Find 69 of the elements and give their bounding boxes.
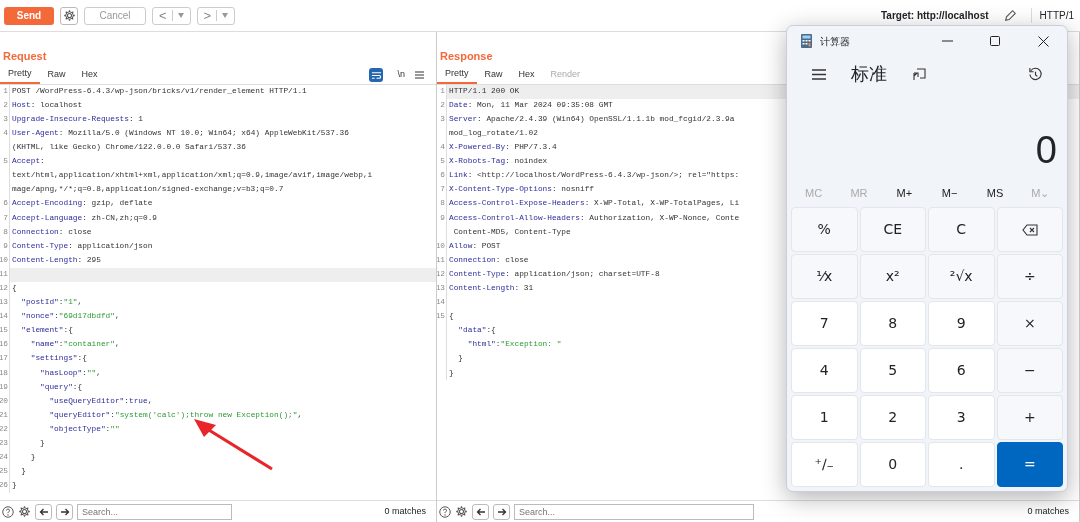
caret-icon (177, 13, 184, 18)
calculator-key[interactable]: C (928, 207, 995, 252)
calculator-key[interactable]: 0 (859, 442, 926, 487)
search-field[interactable]: Search... (514, 503, 754, 520)
view-tab[interactable]: Pretty (0, 66, 40, 84)
memory-button[interactable]: M− (927, 179, 973, 207)
target-label: Target: http://localhost (880, 9, 989, 23)
minimize-icon (941, 40, 953, 42)
pencil-icon[interactable] (1002, 8, 1017, 23)
calculator-key[interactable]: 4 (791, 348, 858, 393)
view-tab[interactable]: Hex (73, 66, 106, 84)
memory-button[interactable]: M+ (881, 179, 927, 207)
request-title: Request (2, 49, 47, 64)
mode-title: 标准 (851, 62, 887, 86)
calculator-key[interactable]: 5 (859, 348, 926, 393)
calculator-key[interactable]: ÷ (996, 254, 1063, 299)
settings-button[interactable] (60, 6, 78, 25)
response-title: Response (439, 49, 493, 64)
right-arrow-icon (59, 506, 70, 517)
calculator-key[interactable]: 9 (928, 301, 995, 346)
calculator-key[interactable]: . (928, 442, 995, 487)
window-title: 计算器 (820, 34, 851, 49)
calculator-key[interactable]: 8 (859, 301, 926, 346)
forward-button[interactable]: > (196, 6, 236, 25)
forward-button[interactable] (56, 503, 73, 520)
calculator-key[interactable]: 6 (928, 348, 995, 393)
view-tab[interactable]: Pretty (437, 66, 477, 84)
calculator-key[interactable]: ²√x (928, 254, 995, 299)
view-tab[interactable]: Raw (39, 66, 74, 84)
calculator-key[interactable]: − (996, 348, 1063, 393)
match-count: 0 matches (384, 504, 426, 518)
forward-button[interactable] (493, 503, 510, 520)
view-tab[interactable]: Raw (476, 66, 511, 84)
back-button[interactable] (472, 503, 489, 520)
search-field[interactable]: Search... (77, 503, 232, 520)
calculator-key[interactable]: % (791, 207, 858, 252)
calculator-key[interactable]: 1 (791, 395, 858, 440)
protocol-label: HTTP/1 (1030, 8, 1074, 23)
settings-icon[interactable] (18, 505, 31, 518)
settings-icon[interactable] (455, 505, 468, 518)
left-arrow-icon (475, 506, 486, 517)
help-icon[interactable] (439, 505, 451, 518)
backspace-button[interactable] (996, 207, 1063, 252)
caret-icon (222, 13, 229, 18)
right-arrow-icon (496, 506, 507, 517)
calculator-key[interactable]: ¹⁄x (791, 254, 858, 299)
back-button[interactable]: < (152, 6, 191, 25)
newline-toggle[interactable]: \n (391, 66, 411, 84)
backspace-icon (1021, 224, 1038, 236)
calculator-key[interactable]: + (996, 395, 1063, 440)
equals-button[interactable]: = (996, 442, 1063, 487)
view-tab[interactable]: Hex (510, 66, 543, 84)
calculator-key[interactable]: 2 (859, 395, 926, 440)
calculator-key[interactable]: 7 (791, 301, 858, 346)
help-icon[interactable] (2, 505, 14, 518)
calculator-key[interactable]: CE (859, 207, 926, 252)
calculator-key[interactable]: ⁺∕₋ (791, 442, 858, 487)
maximize-icon (990, 36, 1000, 46)
match-count: 0 matches (1027, 504, 1069, 518)
memory-button[interactable]: MS (972, 179, 1018, 207)
display-value: 0 (1035, 128, 1057, 173)
wrap-toggle-icon[interactable] (369, 68, 384, 82)
calculator-key[interactable]: × (996, 301, 1063, 346)
back-button[interactable] (35, 503, 52, 520)
calculator-icon (801, 34, 812, 48)
calculator-key[interactable]: x² (859, 254, 926, 299)
calculator-key[interactable]: 3 (928, 395, 995, 440)
left-arrow-icon (38, 506, 49, 517)
close-icon (1037, 35, 1049, 47)
